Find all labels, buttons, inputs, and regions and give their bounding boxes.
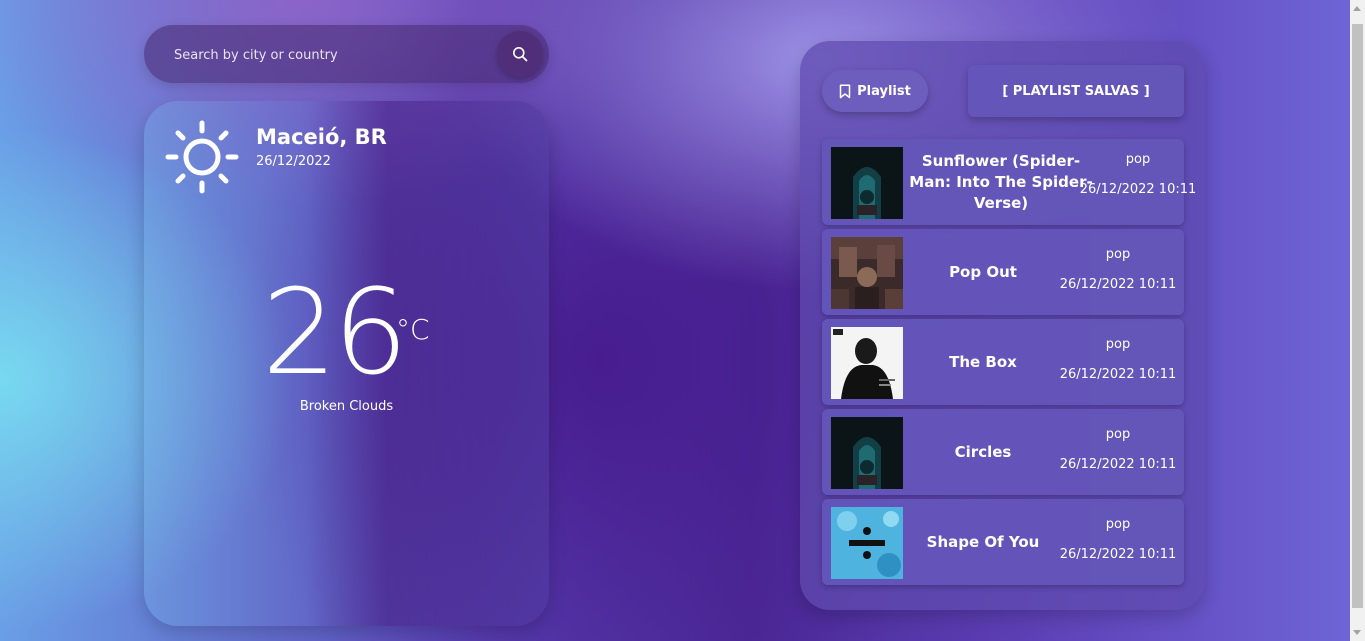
track-title: Pop Out bbox=[949, 262, 1017, 281]
album-cover bbox=[831, 417, 903, 489]
playlist-button-label: Playlist bbox=[857, 83, 911, 99]
city-name: Maceió, BR bbox=[256, 125, 387, 149]
weather-card: Maceió, BR 26/12/2022 26 °C Broken Cloud… bbox=[144, 101, 549, 626]
page-scrollbar[interactable] bbox=[1350, 0, 1365, 641]
temperature-unit: °C bbox=[396, 313, 430, 346]
track-datetime: 26/12/2022 10:11 bbox=[1079, 182, 1197, 197]
scroll-up-arrow[interactable] bbox=[1353, 6, 1361, 11]
album-cover bbox=[831, 237, 903, 309]
search-icon bbox=[513, 47, 528, 62]
playlist-button[interactable]: Playlist bbox=[822, 70, 928, 112]
track-item[interactable]: The Box pop 26/12/2022 10:11 bbox=[822, 319, 1184, 405]
scrollbar-thumb[interactable] bbox=[1352, 24, 1363, 608]
album-cover bbox=[831, 327, 903, 399]
search-button[interactable] bbox=[497, 31, 543, 77]
album-cover bbox=[831, 507, 903, 579]
track-datetime: 26/12/2022 10:11 bbox=[1059, 277, 1177, 292]
track-genre: pop bbox=[1105, 337, 1131, 352]
track-item[interactable]: Circles pop 26/12/2022 10:11 bbox=[822, 409, 1184, 495]
track-item[interactable]: Sunflower (Spider-Man: Into The Spider-V… bbox=[822, 139, 1196, 225]
playlist-panel: Playlist [ PLAYLIST SALVAS ] Sunflower (… bbox=[800, 41, 1205, 610]
weather-condition: Broken Clouds bbox=[299, 399, 394, 414]
track-item[interactable]: Shape Of You pop 26/12/2022 10:11 bbox=[822, 499, 1184, 585]
track-item[interactable]: Pop Out pop 26/12/2022 10:11 bbox=[822, 229, 1184, 315]
search-bar bbox=[144, 25, 549, 83]
scroll-down-arrow[interactable] bbox=[1353, 630, 1361, 635]
track-genre: pop bbox=[1105, 517, 1131, 532]
bookmark-icon bbox=[839, 83, 851, 98]
track-datetime: 26/12/2022 10:11 bbox=[1059, 457, 1177, 472]
track-datetime: 26/12/2022 10:11 bbox=[1059, 547, 1177, 562]
saved-playlists-label: [ PLAYLIST SALVAS ] bbox=[1002, 83, 1150, 99]
track-title: Sunflower (Spider-Man: Into The Spider-V… bbox=[909, 151, 1093, 212]
search-input[interactable] bbox=[172, 43, 496, 67]
track-genre: pop bbox=[1105, 247, 1131, 262]
track-list: Sunflower (Spider-Man: Into The Spider-V… bbox=[822, 139, 1196, 589]
track-title: Circles bbox=[954, 442, 1012, 461]
temperature-value: 26 bbox=[262, 263, 408, 401]
saved-playlists-button[interactable]: [ PLAYLIST SALVAS ] bbox=[968, 65, 1184, 117]
track-title: Shape Of You bbox=[926, 532, 1040, 551]
track-title: The Box bbox=[949, 352, 1017, 371]
track-genre: pop bbox=[1125, 152, 1151, 167]
album-cover bbox=[831, 147, 903, 219]
track-genre: pop bbox=[1105, 427, 1131, 442]
weather-date: 26/12/2022 bbox=[256, 154, 331, 169]
sun-icon bbox=[165, 120, 239, 194]
track-datetime: 26/12/2022 10:11 bbox=[1059, 367, 1177, 382]
